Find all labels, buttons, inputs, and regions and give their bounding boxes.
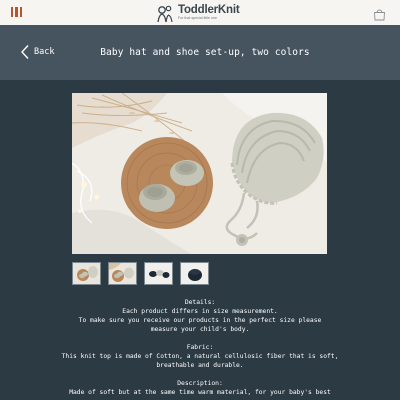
chevron-left-icon	[21, 45, 29, 59]
fabric-line: This knit top is made of Cotton, a natur…	[61, 353, 339, 360]
product-description: Details: Each product differs in size me…	[55, 298, 345, 397]
top-bar: ToddlerKnit For that special little one	[0, 0, 400, 25]
details-line: To make sure you receive our products in…	[78, 317, 322, 324]
back-button[interactable]: Back	[20, 44, 54, 60]
description-line: Made of soft but at the same time warm m…	[69, 389, 331, 396]
details-line: Each product differs in size measurement…	[122, 308, 278, 315]
page-title: Baby hat and shoe set-up, two colors	[100, 47, 310, 58]
thumbnail-4[interactable]	[180, 262, 209, 285]
details-heading: Details:	[184, 299, 216, 306]
description-heading: Description:	[177, 380, 223, 387]
toddler-logo-icon	[155, 4, 175, 23]
menu-icon[interactable]	[11, 7, 22, 17]
thumbnail-2[interactable]	[108, 262, 137, 285]
fabric-heading: Fabric:	[186, 344, 214, 351]
thumbnail-strip	[72, 262, 209, 285]
thumbnail-1[interactable]	[72, 262, 101, 285]
details-line: measure your child's body.	[150, 326, 250, 333]
brand-tagline: For that special little one	[178, 16, 217, 21]
thumbnail-3[interactable]	[144, 262, 173, 285]
product-main-image[interactable]	[72, 93, 327, 254]
fabric-line: breathable and durable.	[156, 362, 244, 369]
back-label: Back	[34, 47, 55, 57]
brand-name: ToddlerKnit	[178, 3, 240, 16]
brand-logo[interactable]: ToddlerKnit For that special little one	[155, 3, 240, 23]
shopping-bag-icon[interactable]	[373, 6, 386, 21]
